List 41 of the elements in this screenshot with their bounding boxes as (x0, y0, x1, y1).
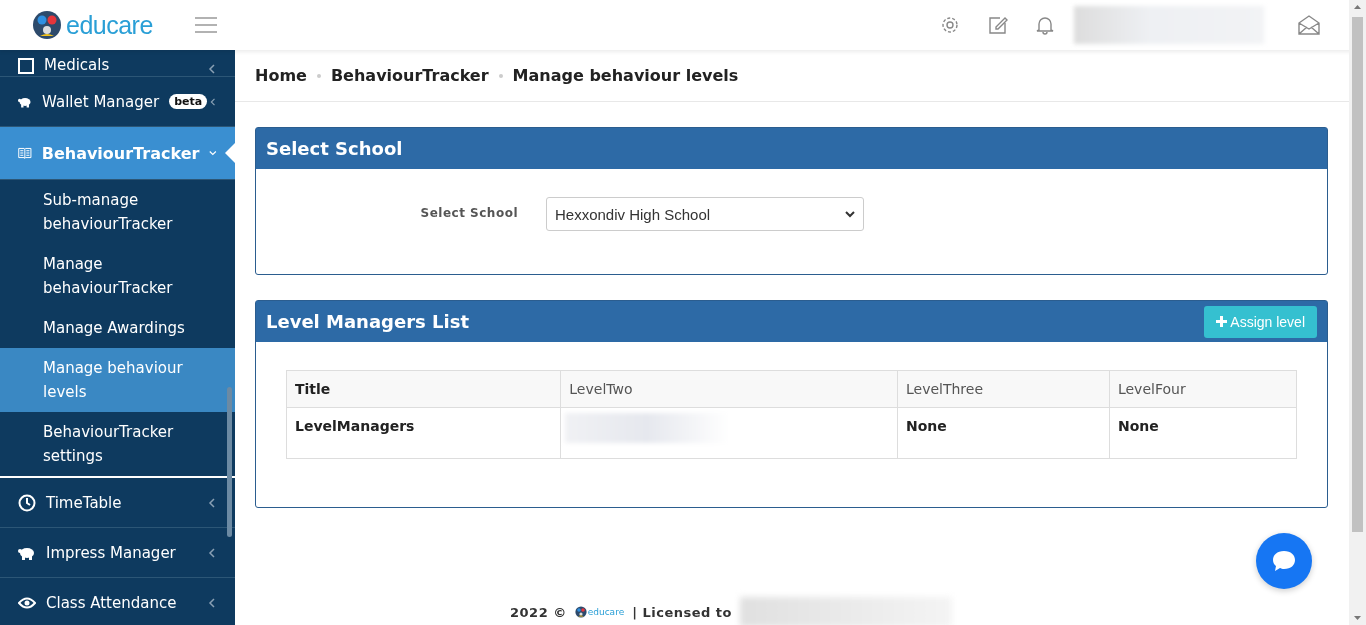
envelope-icon[interactable] (1298, 15, 1320, 35)
field-label: Select School (419, 205, 518, 220)
edit-icon[interactable] (988, 15, 1008, 35)
breadcrumb-link[interactable]: BehaviourTracker (330, 66, 489, 85)
logo-icon (32, 10, 62, 40)
book-icon (18, 145, 32, 161)
caret-icon (845, 210, 855, 218)
chat-button[interactable] (1256, 533, 1312, 589)
logo-text: educare (587, 607, 625, 617)
chat-bubble-icon (1271, 549, 1297, 573)
sidebar-item[interactable]: Class Attendance (0, 578, 235, 625)
column-header: Title (286, 370, 561, 408)
beta-badge: beta (169, 94, 208, 109)
column-header: LevelThree (897, 370, 1110, 408)
license-text: | Licensed to (632, 604, 732, 620)
plus-icon (1216, 316, 1228, 327)
eye-icon (18, 595, 36, 610)
scrollbar-thumb[interactable] (1352, 17, 1363, 532)
submenu-item[interactable]: Manage Awardings (0, 308, 235, 348)
settings-icon[interactable] (940, 15, 960, 35)
logo-icon (574, 606, 587, 618)
sidebar-item[interactable]: Medicals (0, 50, 235, 77)
submenu-item[interactable]: Manage behaviour levels (0, 348, 235, 412)
copyright-text: 2022 © (510, 604, 567, 620)
card-title: Select School (266, 138, 403, 159)
submenu-item[interactable]: Manage behaviourTracker (0, 244, 235, 308)
submenu-item[interactable]: Sub-manage behaviourTracker (0, 180, 235, 244)
table-cell: LevelManagers (286, 407, 561, 459)
column-header: LevelTwo (560, 370, 898, 408)
card-title: Level Managers List (266, 311, 469, 332)
menu-icon[interactable] (195, 17, 217, 33)
column-header: LevelFour (1109, 370, 1297, 408)
table-cell: None (897, 407, 1110, 459)
breadcrumb-link[interactable]: Home (255, 66, 307, 85)
logo-text: educare (66, 10, 153, 40)
table-cell: None (1109, 407, 1297, 459)
school-dropdown[interactable]: Hexxondiv High School (546, 197, 864, 231)
sidebar-item[interactable]: Impress Manager (0, 528, 235, 578)
bell-icon[interactable] (1036, 15, 1054, 35)
submenu-item[interactable]: BehaviourTracker settings (0, 412, 235, 476)
clock-icon (18, 493, 36, 512)
